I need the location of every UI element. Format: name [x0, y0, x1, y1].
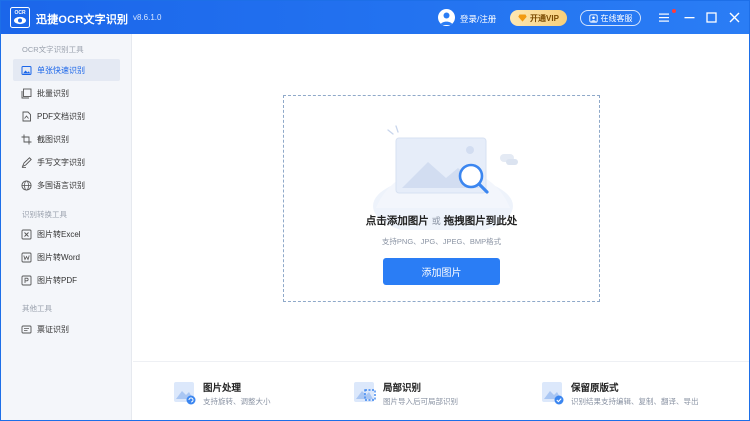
- add-image-button[interactable]: 添加图片: [383, 258, 500, 285]
- feature-desc: 支持旋转、调整大小: [203, 397, 271, 406]
- handwriting-icon: [21, 156, 32, 168]
- feature-title: 保留原版式: [571, 383, 619, 394]
- feature-title: 图片处理: [203, 383, 242, 394]
- feature-partial-recognition: 局部识别 图片导入后可局部识别: [353, 378, 533, 412]
- section-title-other: 其他工具: [22, 304, 52, 313]
- app-version: v8.6.1.0: [133, 13, 162, 22]
- partial-recognition-icon: [354, 382, 376, 402]
- sidebar-item-single-recognition[interactable]: 单张快速识别: [13, 59, 120, 81]
- feature-desc: 图片导入后可局部识别: [383, 397, 458, 406]
- open-vip-button[interactable]: 开通VIP: [510, 10, 567, 26]
- feature-desc: 识别结果支持编辑、复制、翻译、导出: [571, 397, 699, 406]
- feature-title: 局部识别: [383, 383, 422, 394]
- online-service-button[interactable]: 在线客服: [580, 10, 641, 26]
- vip-label: 开通VIP: [530, 13, 559, 23]
- pdf-icon: [21, 275, 32, 285]
- single-image-icon: [21, 65, 32, 75]
- service-icon: [588, 13, 598, 23]
- sidebar-item-label: 票证识别: [37, 324, 69, 334]
- feature-image-process: 图片处理 支持旋转、调整大小: [173, 378, 353, 412]
- logo-text: OCR: [14, 10, 26, 16]
- app-title: 迅捷OCR文字识别: [36, 14, 129, 26]
- main-panel: 点击添加图片或拖拽图片到此处 支持PNG、JPG、JPEG、BMP格式 添加图片…: [133, 34, 749, 420]
- app-logo-icon: OCR: [10, 7, 30, 28]
- feature-keep-layout: 保留原版式 识别结果支持编辑、复制、翻译、导出: [541, 378, 721, 412]
- image-process-icon: [174, 382, 196, 405]
- sidebar-item-image-to-word[interactable]: 图片转Word: [13, 246, 120, 268]
- drop-zone-title: 点击添加图片或拖拽图片到此处: [283, 213, 600, 228]
- feature-footer: 图片处理 支持旋转、调整大小 局部识别 图片导入后可局部识别 保留原版式 识别结…: [133, 361, 749, 420]
- sidebar-item-label: 多国语言识别: [37, 180, 85, 190]
- login-register-link[interactable]: 登录/注册: [460, 13, 496, 25]
- sidebar-item-label: 截图识别: [37, 134, 69, 144]
- drop-title-or: 或: [431, 216, 441, 226]
- word-icon: [21, 252, 32, 262]
- globe-icon: [21, 179, 32, 191]
- diamond-icon: [518, 14, 527, 22]
- section-title-convert: 识别转换工具: [22, 210, 67, 219]
- close-icon[interactable]: [729, 12, 740, 23]
- maximize-icon[interactable]: [706, 12, 717, 23]
- sidebar-item-label: 图片转Word: [37, 252, 80, 262]
- title-bar: OCR 迅捷OCR文字识别 v8.6.1.0 登录/注册 开通VIP 在线客服: [1, 1, 749, 34]
- sidebar-item-label: 图片转Excel: [37, 229, 81, 239]
- sidebar-item-label: 批量识别: [37, 88, 69, 98]
- supported-formats-hint: 支持PNG、JPG、JPEG、BMP格式: [381, 237, 502, 246]
- ticket-icon: [21, 325, 32, 333]
- drop-title-drag: 拖拽图片到此处: [443, 215, 518, 227]
- sidebar-item-label: 图片转PDF: [37, 275, 77, 285]
- pdf-document-icon: [22, 111, 31, 121]
- service-label: 在线客服: [600, 13, 633, 23]
- minimize-icon[interactable]: [684, 12, 695, 23]
- menu-icon[interactable]: [659, 12, 670, 23]
- sidebar-item-image-to-pdf[interactable]: 图片转PDF: [13, 269, 120, 291]
- batch-icon: [21, 88, 32, 98]
- app-window: OCR 迅捷OCR文字识别 v8.6.1.0 登录/注册 开通VIP 在线客服 …: [0, 0, 750, 421]
- sidebar-item-multilanguage[interactable]: 多国语言识别: [13, 174, 120, 196]
- sidebar-item-pdf-document[interactable]: PDF文档识别: [13, 105, 120, 127]
- screenshot-icon: [21, 134, 32, 144]
- sidebar-item-batch[interactable]: 批量识别: [13, 82, 120, 104]
- sidebar-item-label: 手写文字识别: [37, 157, 85, 167]
- sidebar-item-ticket-recognition[interactable]: 票证识别: [13, 318, 120, 340]
- user-avatar-icon[interactable]: [438, 9, 455, 26]
- sidebar-item-image-to-excel[interactable]: 图片转Excel: [13, 223, 120, 245]
- drop-title-click: 点击添加图片: [365, 215, 429, 227]
- section-title-ocr: OCR文字识别工具: [22, 45, 84, 54]
- sidebar-item-label: 单张快速识别: [37, 65, 85, 75]
- sidebar-item-screenshot[interactable]: 截图识别: [13, 128, 120, 150]
- sidebar: OCR文字识别工具 单张快速识别 批量识别 PDF文档识别 截图识别 手写文字识…: [1, 34, 132, 420]
- keep-layout-icon: [542, 382, 564, 405]
- notification-dot: [672, 9, 676, 13]
- sidebar-item-label: PDF文档识别: [37, 111, 85, 121]
- excel-icon: [21, 229, 32, 239]
- sidebar-item-handwriting[interactable]: 手写文字识别: [13, 151, 120, 173]
